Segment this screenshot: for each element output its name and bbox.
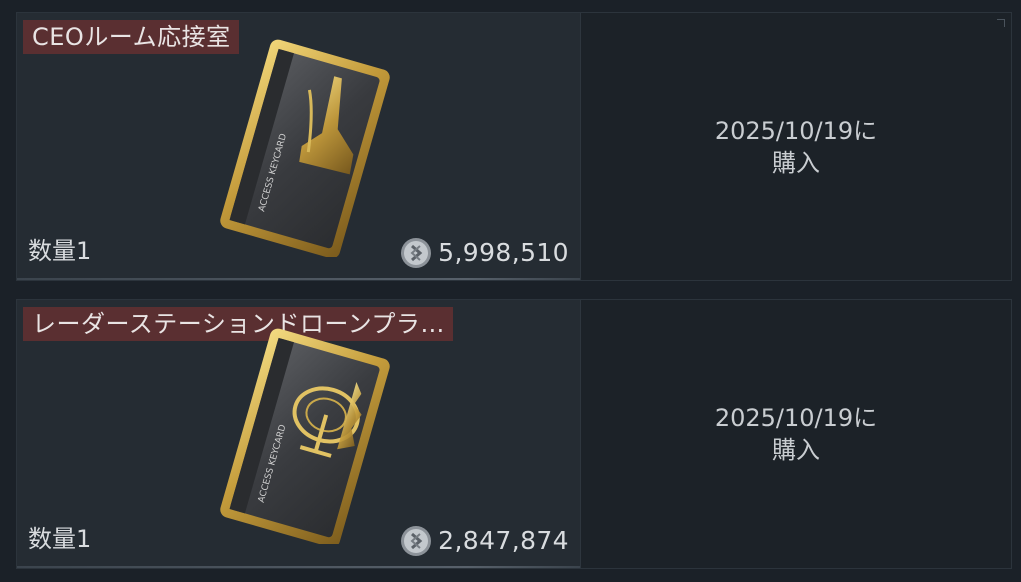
keycard-image: ACCESS KEYCARD: [220, 39, 390, 257]
quantity-label: 数量1: [28, 525, 92, 553]
price-value: 2,847,874: [438, 526, 569, 555]
corner-mark: [997, 19, 1005, 27]
purchase-label: 購入: [772, 148, 820, 177]
purchase-history-row[interactable]: レーダーステーションドローンプラ… ACCESS KEYCARD 数量1 2,8…: [16, 299, 1012, 569]
item-panel[interactable]: CEOルーム応接室 ACCESS KEYCARD 数量1 5,998,510: [17, 13, 580, 280]
purchase-info-panel: 2025/10/19に 購入: [580, 300, 1011, 568]
purchase-history-row[interactable]: CEOルーム応接室 ACCESS KEYCARD 数量1 5,998,510 2…: [16, 12, 1012, 281]
purchase-label: 購入: [772, 436, 820, 464]
silver-coin-icon: [401, 526, 432, 556]
purchase-date: 2025/10/19に: [714, 116, 878, 145]
item-panel[interactable]: レーダーステーションドローンプラ… ACCESS KEYCARD 数量1 2,8…: [17, 300, 580, 568]
purchase-date-text: 2025/10/19に 購入: [581, 402, 1011, 466]
silver-coin-icon: [401, 238, 432, 268]
price-display: 2,847,874: [400, 524, 569, 558]
keycard-image: ACCESS KEYCARD: [220, 328, 390, 544]
price-value: 5,998,510: [438, 238, 569, 267]
purchase-date-text: 2025/10/19に 購入: [581, 115, 1011, 179]
price-display: 5,998,510: [400, 236, 569, 270]
purchase-info-panel: 2025/10/19に 購入: [580, 13, 1011, 280]
purchase-date: 2025/10/19に: [714, 404, 878, 432]
quantity-label: 数量1: [28, 237, 92, 265]
